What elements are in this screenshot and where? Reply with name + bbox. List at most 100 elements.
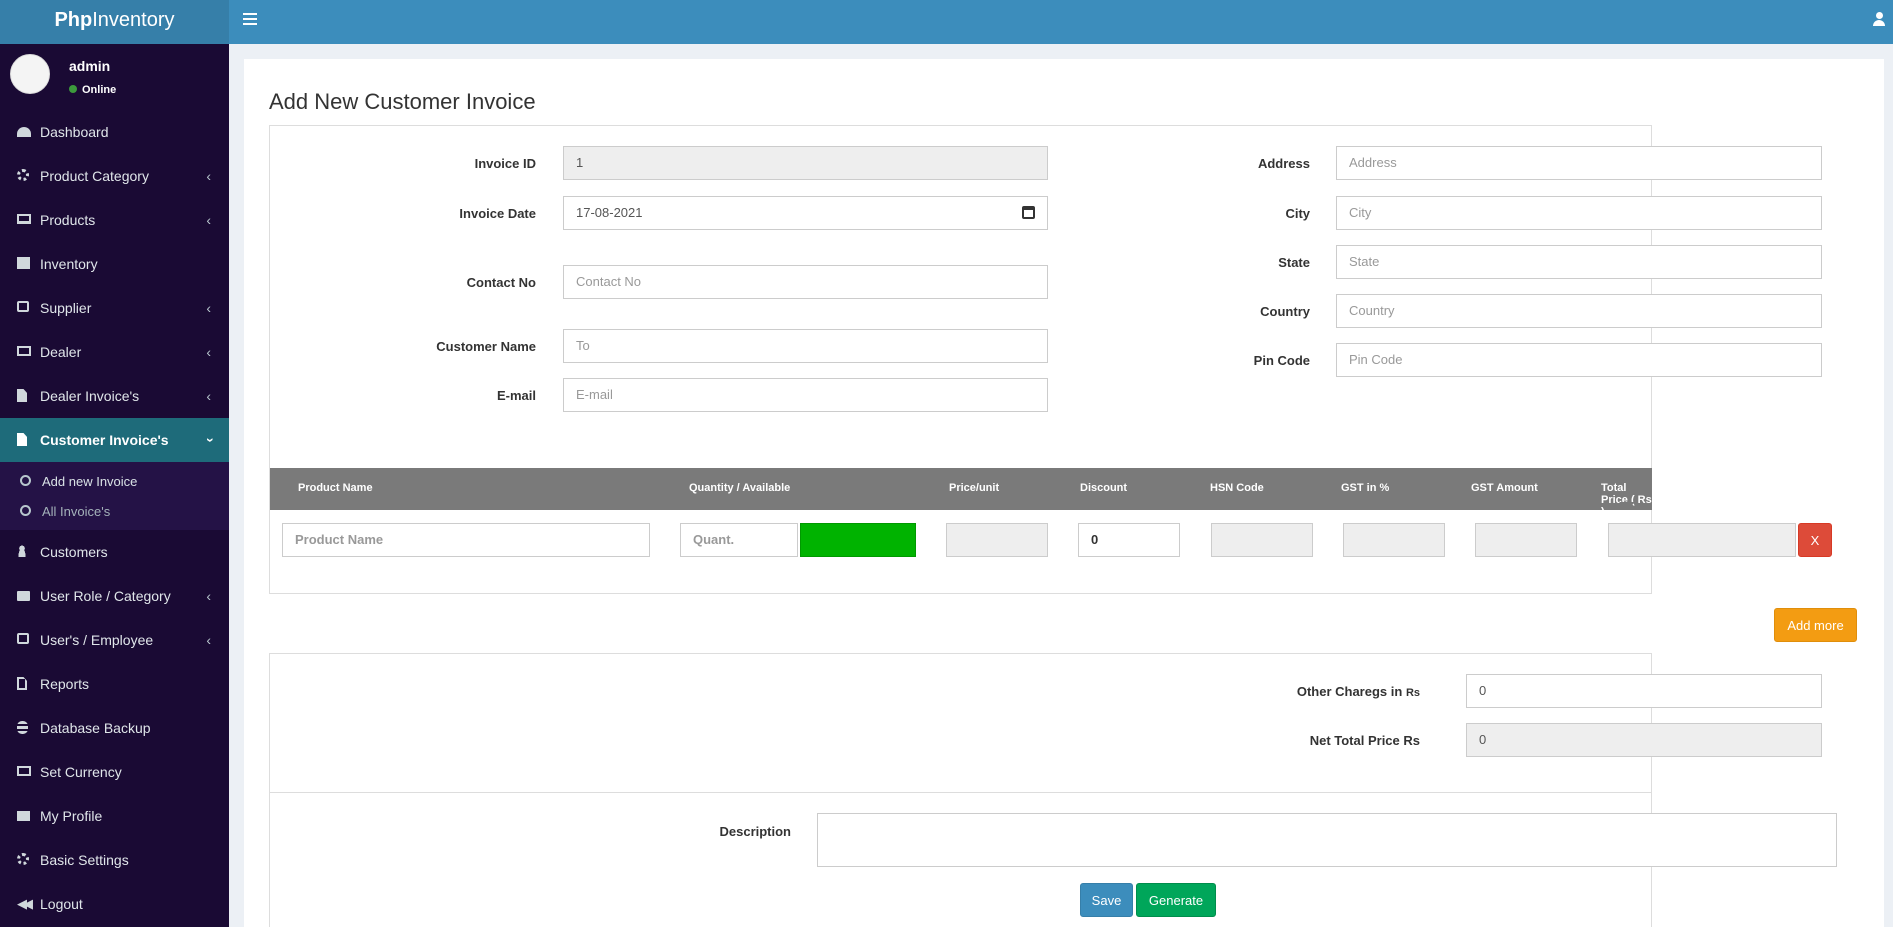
page-title: Add New Customer Invoice [269, 89, 536, 114]
other-charges-input[interactable]: 0 [1466, 674, 1822, 708]
user-menu-icon[interactable] [1873, 12, 1885, 26]
description-textarea[interactable] [817, 813, 1837, 867]
header-product-name: Product Name [298, 482, 373, 510]
customer-name-field[interactable]: To [563, 329, 1048, 363]
sidebar-item-my-profile[interactable]: My Profile [0, 794, 229, 838]
product-name-input[interactable]: Product Name [282, 523, 650, 557]
file-icon [17, 389, 31, 402]
chevron-left-icon: ‹ [206, 212, 211, 228]
circle-icon [20, 475, 31, 486]
id-card-icon [17, 345, 31, 358]
gear-icon [17, 853, 31, 866]
price-unit-field [946, 523, 1048, 557]
app-logo[interactable]: PhpInventory [0, 0, 229, 44]
chevron-left-icon: ‹ [206, 300, 211, 316]
gear-icon [17, 169, 31, 182]
submenu-item-add-new-invoice[interactable]: Add new Invoice [0, 466, 229, 496]
gst-percent-field [1343, 523, 1445, 557]
invoice-id-label: Invoice ID [474, 156, 536, 171]
totals-panel: Other Charegs in Rs 0 Net Total Price Rs… [269, 653, 1822, 793]
user-icon [17, 545, 31, 558]
sidebar-item-customers[interactable]: Customers [0, 530, 229, 574]
sidebar-toggle-icon[interactable] [243, 13, 257, 25]
sidebar-item-logout[interactable]: ◀◀ Logout [0, 882, 229, 926]
header-quantity: Quantity / Available [689, 482, 791, 510]
sidebar-item-products[interactable]: Products ‹ [0, 198, 229, 242]
quantity-input[interactable]: Quant. [680, 523, 798, 557]
city-label: City [1285, 206, 1310, 221]
customer-details-panel: Invoice ID 1 Invoice Date 17-08-2021 Con… [269, 125, 1822, 449]
total-price-field [1608, 523, 1796, 557]
description-label: Description [719, 824, 791, 839]
chevron-left-icon: ‹ [206, 588, 211, 604]
header-hsn-code: HSN Code [1210, 482, 1264, 510]
address-label: Address [1257, 156, 1310, 171]
remove-row-button[interactable]: X [1798, 523, 1832, 557]
contact-icon [17, 301, 31, 314]
country-field[interactable]: Country [1336, 294, 1822, 328]
generate-button[interactable]: Generate [1136, 883, 1216, 917]
top-navbar [229, 0, 1893, 44]
sidebar-item-dealer[interactable]: Dealer ‹ [0, 330, 229, 374]
logo-bold: Php [54, 9, 93, 31]
customer-invoices-submenu: Add new Invoice All Invoice's [0, 462, 229, 530]
envelope-icon [17, 809, 31, 822]
discount-input[interactable]: 0 [1078, 523, 1180, 557]
sidebar-item-database-backup[interactable]: Database Backup [0, 706, 229, 750]
other-charges-label: Other Charegs in Rs [1296, 684, 1420, 699]
product-table-header: Product Name Quantity / Available Price/… [270, 468, 1652, 518]
address-field[interactable]: Address [1336, 146, 1822, 180]
user-status: Online [69, 84, 116, 96]
pin-code-label: Pin Code [1253, 353, 1310, 368]
folder-icon [17, 589, 31, 602]
chevron-left-icon: ‹ [206, 344, 211, 360]
email-field[interactable]: E-mail [563, 378, 1048, 412]
sidebar-item-reports[interactable]: Reports [0, 662, 229, 706]
sidebar-item-inventory[interactable]: Inventory [0, 242, 229, 286]
sidebar-item-dashboard[interactable]: Dashboard [0, 110, 229, 154]
chevron-left-icon: ‹ [206, 388, 211, 404]
invoice-id-field: 1 [563, 146, 1048, 180]
header-total-price: Total Price ( Rs ) [1601, 482, 1652, 518]
dashboard-icon [17, 125, 31, 138]
net-total-field: 0 [1466, 723, 1822, 757]
header-gst-percent: GST in % [1341, 482, 1390, 510]
gst-amount-field [1475, 523, 1577, 557]
chevron-left-icon: ‹ [206, 168, 211, 184]
state-field[interactable]: State [1336, 245, 1822, 279]
user-name: admin [69, 58, 111, 74]
online-dot-icon [69, 85, 77, 93]
submenu-item-all-invoices[interactable]: All Invoice's [0, 496, 229, 526]
sidebar-item-customer-invoices[interactable]: Customer Invoice's ‹ [0, 418, 229, 462]
sidebar-item-users-employee[interactable]: User's / Employee ‹ [0, 618, 229, 662]
save-button[interactable]: Save [1080, 883, 1133, 917]
file-icon [17, 433, 31, 446]
invoice-date-label: Invoice Date [459, 206, 536, 221]
money-icon [17, 765, 31, 778]
circle-icon [20, 505, 31, 516]
sidebar-item-dealer-invoices[interactable]: Dealer Invoice's ‹ [0, 374, 229, 418]
header-price-unit: Price/unit [949, 482, 1000, 510]
avatar [10, 54, 50, 94]
file-outline-icon [17, 677, 31, 690]
product-table-panel: Product Name Quantity / Available Price/… [269, 448, 1832, 594]
calendar-icon[interactable] [1022, 206, 1035, 219]
add-more-button[interactable]: Add more [1774, 608, 1857, 642]
sidebar-item-supplier[interactable]: Supplier ‹ [0, 286, 229, 330]
city-field[interactable]: City [1336, 196, 1822, 230]
contact-no-field[interactable]: Contact No [563, 265, 1048, 299]
description-panel: Description Save Generate [269, 792, 1837, 927]
pin-code-field[interactable]: Pin Code [1336, 343, 1822, 377]
sidebar-item-set-currency[interactable]: Set Currency [0, 750, 229, 794]
user-panel: admin Online [0, 44, 229, 110]
state-label: State [1278, 255, 1310, 270]
database-icon [17, 721, 31, 734]
sidebar: admin Online Dashboard Product Category ‹… [0, 44, 229, 927]
customer-name-label: Customer Name [436, 339, 536, 354]
sidebar-item-basic-settings[interactable]: Basic Settings [0, 838, 229, 882]
invoice-date-field[interactable]: 17-08-2021 [563, 196, 1048, 230]
main-content: Add New Customer Invoice Invoice ID 1 In… [244, 59, 1884, 927]
sidebar-item-user-role[interactable]: User Role / Category ‹ [0, 574, 229, 618]
sidebar-item-product-category[interactable]: Product Category ‹ [0, 154, 229, 198]
country-label: Country [1260, 304, 1310, 319]
